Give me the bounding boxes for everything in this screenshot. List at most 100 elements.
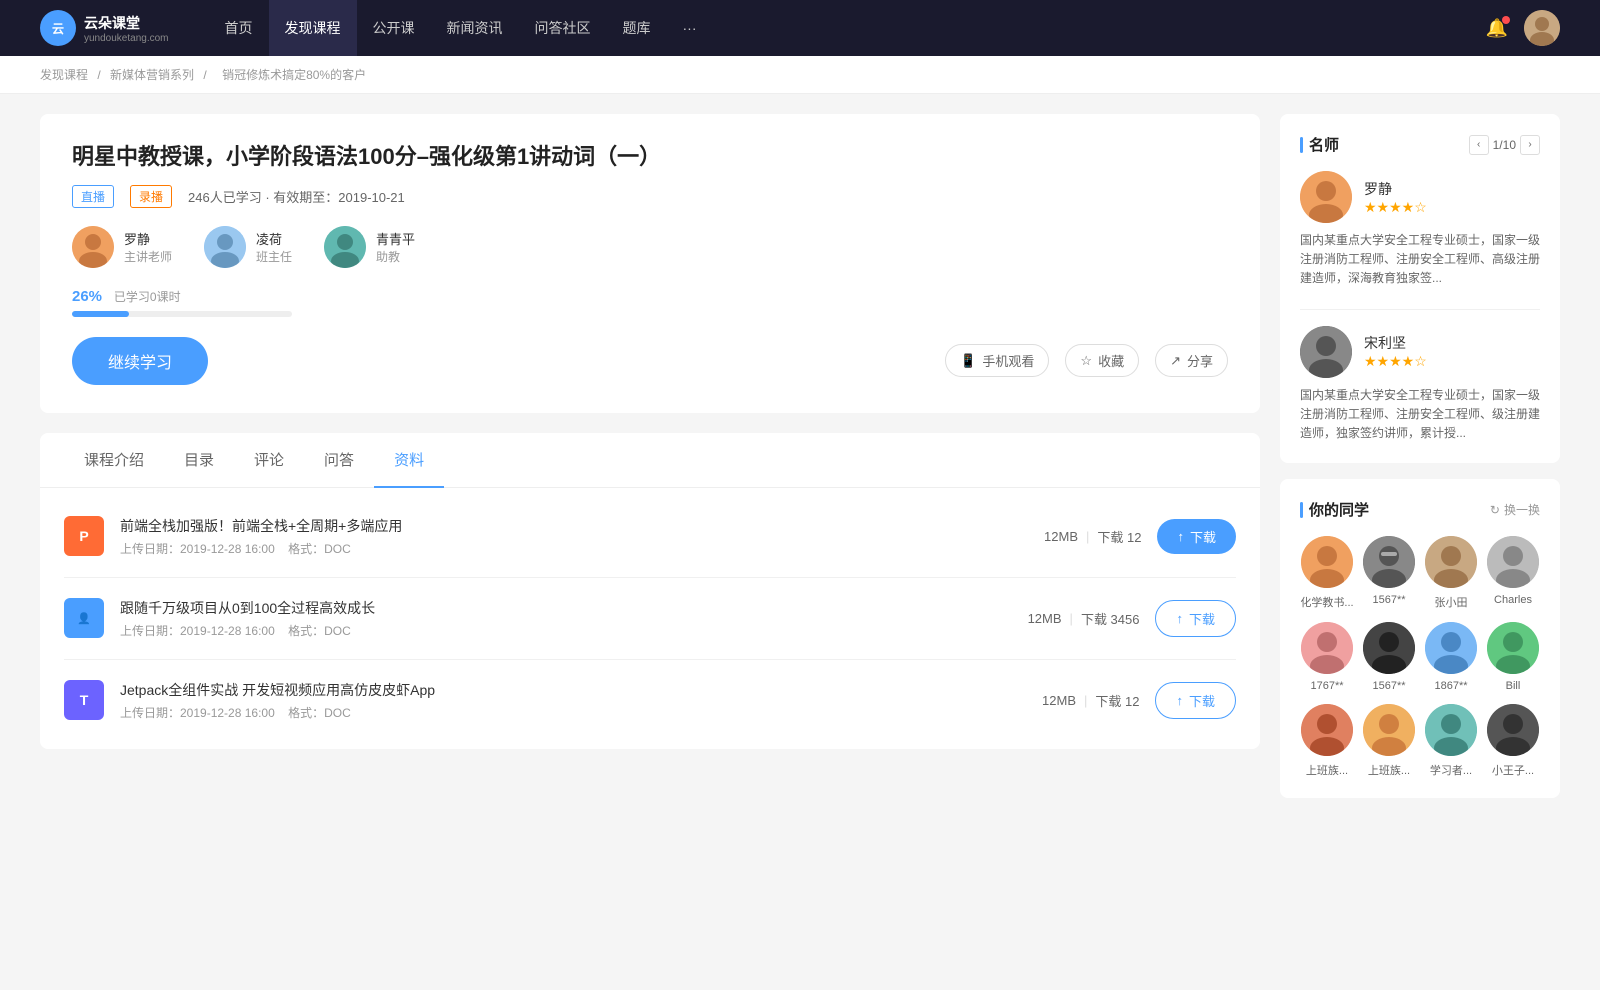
teachers-prev-button[interactable]: ‹: [1469, 135, 1489, 155]
classmate-1-avatar[interactable]: [1301, 536, 1353, 588]
tab-review[interactable]: 评论: [234, 433, 304, 488]
sidebar-teacher-2: 宋利坚 ★★★★☆ 国内某重点大学安全工程专业硕士，国家一级注册消防工程师、注册…: [1300, 326, 1540, 444]
tab-catalog[interactable]: 目录: [164, 433, 234, 488]
classmate-9-avatar[interactable]: [1301, 704, 1353, 756]
classmate-11-avatar[interactable]: [1425, 704, 1477, 756]
refresh-label: 换一换: [1504, 501, 1540, 518]
watch-phone-button[interactable]: 📱 手机观看: [945, 344, 1049, 377]
title-bar-decoration: [1300, 137, 1303, 153]
classmate-10-avatar[interactable]: [1363, 704, 1415, 756]
resource-stats-3: 12MB | 下载 12: [1042, 691, 1139, 710]
breadcrumb-courses[interactable]: 发现课程: [40, 68, 88, 82]
collect-button[interactable]: ☆ 收藏: [1065, 344, 1139, 377]
share-label: 分享: [1187, 351, 1213, 370]
resource-icon-2: 👤: [64, 598, 104, 638]
classmate-5-avatar[interactable]: [1301, 622, 1353, 674]
sidebar-teacher-2-name: 宋利坚: [1364, 333, 1427, 353]
teacher-1-info: 罗静 主讲老师: [124, 229, 172, 265]
nav-item-home[interactable]: 首页: [209, 0, 269, 56]
teacher-1-name: 罗静: [124, 229, 172, 248]
classmate-1-name: 化学教书...: [1300, 594, 1353, 610]
sidebar-teacher-1-top: 罗静 ★★★★☆: [1300, 171, 1540, 223]
teacher-2: 凌荷 班主任: [204, 226, 292, 268]
sidebar-teacher-2-avatar: [1300, 326, 1352, 378]
classmate-7-avatar[interactable]: [1425, 622, 1477, 674]
sidebar-teacher-2-desc: 国内某重点大学安全工程专业硕士，国家一级注册消防工程师、注册安全工程师、级注册建…: [1300, 386, 1540, 444]
resource-item-2: 👤 跟随千万级项目从0到100全过程高效成长 上传日期：2019-12-28 1…: [64, 578, 1236, 660]
resource-meta-3: 上传日期：2019-12-28 16:00 格式：DOC: [120, 704, 1026, 721]
download-button-3[interactable]: ↑ 下载: [1155, 682, 1236, 719]
classmate-3: 张小田: [1424, 536, 1478, 610]
refresh-classmates-button[interactable]: ↻ 换一换: [1490, 501, 1540, 518]
share-button[interactable]: ↗ 分享: [1155, 344, 1228, 377]
star-icon: ☆: [1080, 353, 1092, 369]
resource-info-1: 前端全栈加强版！前端全栈+全周期+多端应用 上传日期：2019-12-28 16…: [120, 516, 1028, 557]
teacher-1: 罗静 主讲老师: [72, 226, 172, 268]
continue-button[interactable]: 继续学习: [72, 337, 208, 385]
logo-icon: 云: [40, 10, 76, 46]
logo[interactable]: 云 云朵课堂 yundouketang.com: [40, 10, 169, 46]
teachers-list: 罗静 主讲老师 凌荷 班主任: [72, 226, 1228, 268]
teacher-3-name: 青青平: [376, 229, 415, 248]
action-buttons: 📱 手机观看 ☆ 收藏 ↗ 分享: [945, 344, 1228, 377]
classmate-2-avatar[interactable]: [1363, 536, 1415, 588]
sidebar-teacher-2-stars: ★★★★☆: [1364, 353, 1427, 370]
user-avatar[interactable]: [1524, 10, 1560, 46]
teachers-next-button[interactable]: ›: [1520, 135, 1540, 155]
breadcrumb: 发现课程 / 新媒体营销系列 / 销冠修炼术搞定80%的客户: [0, 56, 1600, 94]
tabs-section: 课程介绍 目录 评论 问答 资料 P 前端全栈加强版！前端全栈+全周期+多端应用…: [40, 433, 1260, 749]
resource-info-2: 跟随千万级项目从0到100全过程高效成长 上传日期：2019-12-28 16:…: [120, 598, 1012, 639]
classmate-11: 学习者...: [1424, 704, 1478, 778]
tabs: 课程介绍 目录 评论 问答 资料: [40, 433, 1260, 488]
resource-name-1: 前端全栈加强版！前端全栈+全周期+多端应用: [120, 516, 1028, 536]
teacher-3-info: 青青平 助教: [376, 229, 415, 265]
teacher-2-name: 凌荷: [256, 229, 292, 248]
classmate-4-avatar[interactable]: [1487, 536, 1539, 588]
download-button-2[interactable]: ↑ 下载: [1155, 600, 1236, 637]
nav-item-more[interactable]: ···: [667, 0, 713, 56]
classmate-7-name: 1867**: [1434, 680, 1467, 692]
classmate-6-avatar[interactable]: [1363, 622, 1415, 674]
classmate-4: Charles: [1486, 536, 1540, 610]
classmate-2-name: 1567**: [1372, 594, 1405, 606]
teachers-card-header: 名师 ‹ 1/10 ›: [1300, 134, 1540, 155]
resource-item-1: P 前端全栈加强版！前端全栈+全周期+多端应用 上传日期：2019-12-28 …: [64, 496, 1236, 578]
nav-item-quiz[interactable]: 题库: [607, 0, 667, 56]
collect-label: 收藏: [1098, 351, 1124, 370]
tab-qa[interactable]: 问答: [304, 433, 374, 488]
tab-intro[interactable]: 课程介绍: [64, 433, 164, 488]
sidebar-teacher-1-desc: 国内某重点大学安全工程专业硕士，国家一级注册消防工程师、注册安全工程师、高级注册…: [1300, 231, 1540, 289]
logo-text: 云朵课堂 yundouketang.com: [84, 13, 169, 44]
resource-name-2: 跟随千万级项目从0到100全过程高效成长: [120, 598, 1012, 618]
notification-dot: [1502, 16, 1510, 24]
classmate-12-avatar[interactable]: [1487, 704, 1539, 756]
classmate-5: 1767**: [1300, 622, 1354, 692]
nav-items: 首页 发现课程 公开课 新闻资讯 问答社区 题库 ···: [209, 0, 1486, 56]
nav-item-open[interactable]: 公开课: [357, 0, 431, 56]
nav-item-courses[interactable]: 发现课程: [269, 0, 357, 56]
progress-bar-wrap: [72, 311, 292, 317]
resource-meta-1: 上传日期：2019-12-28 16:00 格式：DOC: [120, 540, 1028, 557]
classmate-3-name: 张小田: [1435, 594, 1468, 610]
classmate-6-name: 1567**: [1372, 680, 1405, 692]
breadcrumb-current: 销冠修炼术搞定80%的客户: [222, 68, 366, 82]
classmate-4-name: Charles: [1494, 594, 1532, 606]
classmate-8-avatar[interactable]: [1487, 622, 1539, 674]
course-info: 246人已学习 · 有效期至：2019-10-21: [188, 187, 405, 206]
download-icon-3: ↑: [1176, 693, 1183, 708]
classmate-3-avatar[interactable]: [1425, 536, 1477, 588]
teacher-2-info: 凌荷 班主任: [256, 229, 292, 265]
classmates-card: 你的同学 ↻ 换一换 化学教书...: [1280, 479, 1560, 798]
teachers-sidebar-card: 名师 ‹ 1/10 › 罗静 ★★★: [1280, 114, 1560, 463]
resource-list: P 前端全栈加强版！前端全栈+全周期+多端应用 上传日期：2019-12-28 …: [40, 488, 1260, 749]
resource-stats-1: 12MB | 下载 12: [1044, 527, 1141, 546]
refresh-icon: ↻: [1490, 503, 1500, 517]
download-button-1[interactable]: ↑ 下载: [1157, 519, 1236, 554]
teacher-divider: [1300, 309, 1540, 310]
nav-item-news[interactable]: 新闻资讯: [431, 0, 519, 56]
teacher-3-role: 助教: [376, 248, 415, 265]
tab-resource[interactable]: 资料: [374, 433, 444, 488]
breadcrumb-series[interactable]: 新媒体营销系列: [110, 68, 194, 82]
bell-icon[interactable]: 🔔: [1486, 18, 1508, 39]
nav-item-qa[interactable]: 问答社区: [519, 0, 607, 56]
